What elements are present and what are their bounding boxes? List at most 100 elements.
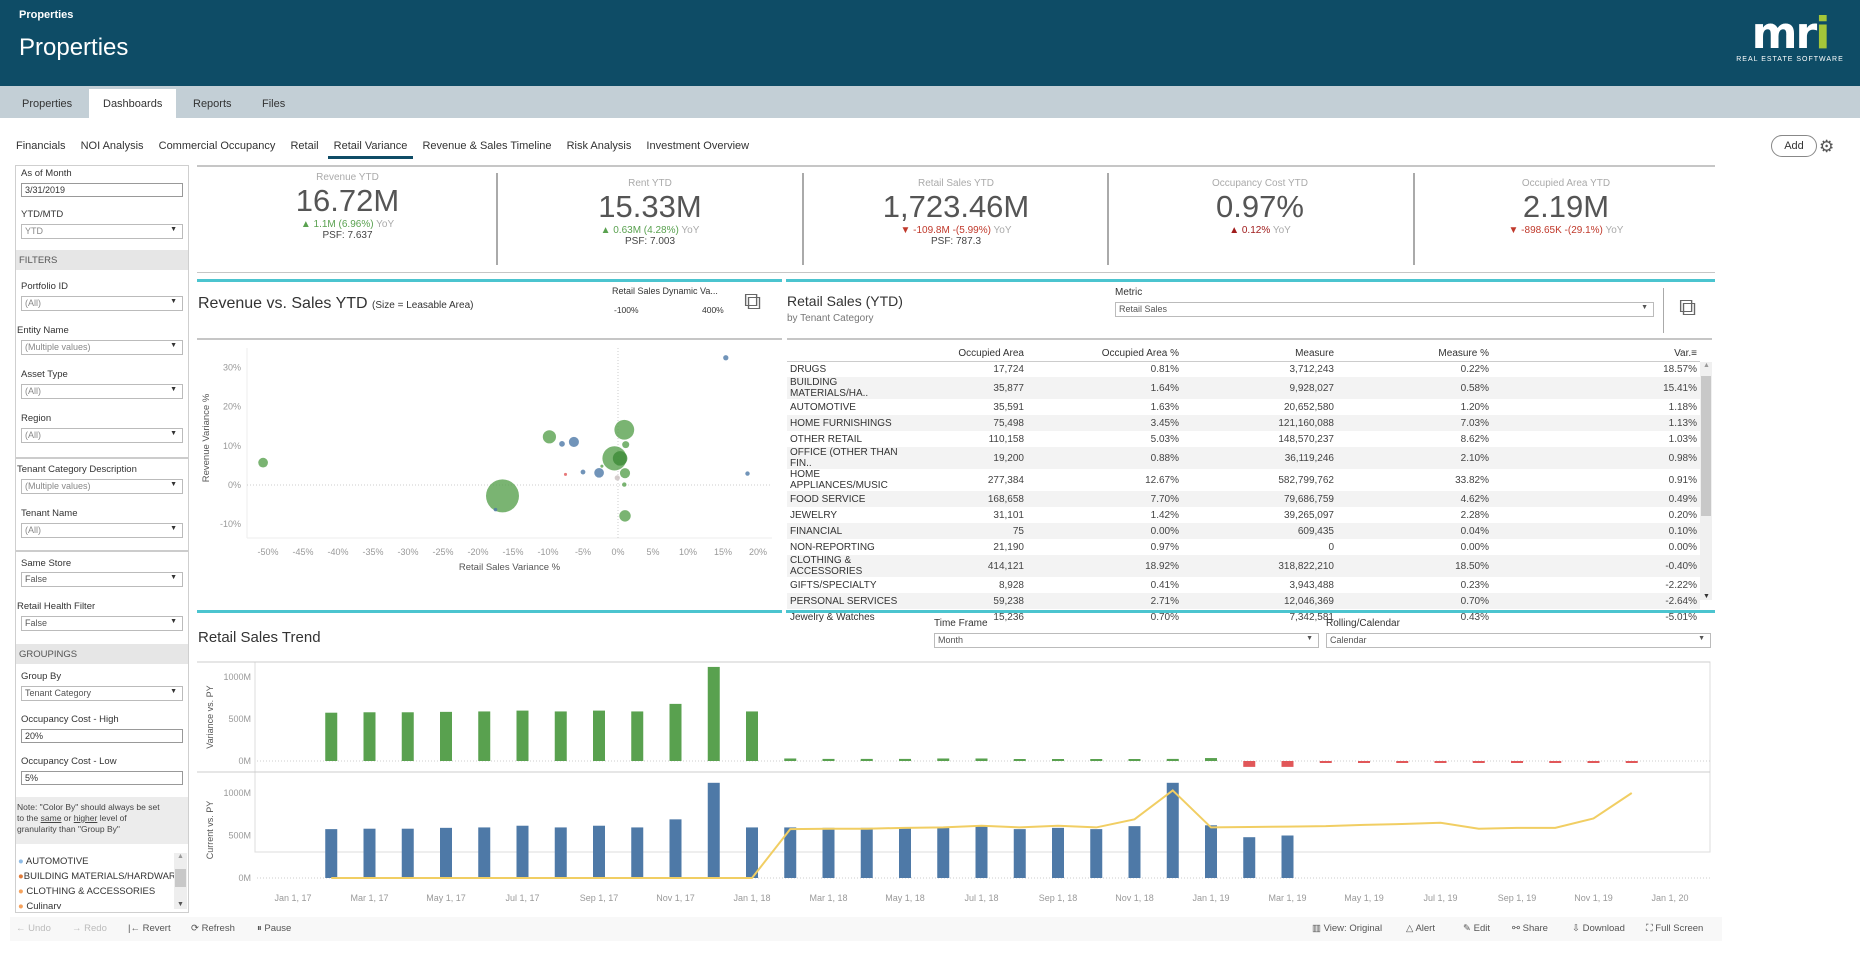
kpi-title: Rent YTD (628, 178, 672, 189)
as-of-month-input[interactable]: 3/31/2019 (21, 183, 183, 197)
subtab-retail[interactable]: Retail (284, 136, 324, 156)
same-store-dropdown[interactable]: False ▼ (21, 572, 183, 587)
table-row[interactable]: FINANCIAL 75 0.00% 609,435 0.04% 0.10% (787, 523, 1700, 539)
undo-button[interactable]: ← Undo (16, 923, 51, 934)
column-header-occupied-area[interactable]: Occupied Area (917, 346, 1027, 362)
region-dropdown[interactable]: (All) ▼ (21, 428, 183, 443)
metric-dropdown[interactable]: Retail Sales ▼ (1115, 302, 1654, 317)
table-row[interactable]: FOOD SERVICE 168,658 7.70% 79,686,759 4.62% 0… (787, 491, 1700, 507)
entity-name-dropdown[interactable]: (Multiple values) ▼ (21, 340, 183, 355)
column-header-var[interactable]: Var.≡ (1492, 346, 1700, 362)
table-row[interactable]: OFFICE (OTHER THAN FIN.. 19,200 0.88% 36,11… (787, 447, 1700, 469)
chevron-down-icon: ▼ (1641, 304, 1648, 311)
fullscreen-icon: ⛶ (1646, 923, 1653, 934)
popout-icon[interactable]: ⧉ (1679, 294, 1696, 322)
table-row[interactable]: PERSONAL SERVICES 59,238 2.71% 12,046,369 0.… (787, 593, 1700, 609)
gear-icon[interactable]: ⚙ (1819, 137, 1834, 157)
column-header-occupied-area-pct[interactable]: Occupied Area % (1027, 346, 1182, 362)
table-row[interactable]: JEWELRY 31,101 1.42% 39,265,097 2.28% 0.20% (787, 507, 1700, 523)
tenant-name-dropdown[interactable]: (All) ▼ (21, 523, 183, 538)
revert-button[interactable]: |← Revert (128, 923, 171, 934)
scatter-chart[interactable]: 30% 20% 10% 0% -10% -50% -45% -40% -35% -30% -25% -… (197, 340, 782, 610)
column-header-measure-pct[interactable]: Measure % (1337, 346, 1492, 362)
tab-dashboards[interactable]: Dashboards (89, 89, 177, 118)
table-cell: 0.00% (1027, 523, 1182, 539)
pause-label: Pause (264, 923, 292, 934)
group-by-dropdown[interactable]: Tenant Category ▼ (21, 686, 183, 701)
table-row[interactable]: HOME APPLIANCES/MUSIC 277,384 12.67% 582,79… (787, 469, 1700, 491)
subtab-noi-analysis[interactable]: NOI Analysis (75, 136, 150, 156)
retail-sales-trend-chart[interactable]: 1000M 500M 0M Variance vs. PY 1000M 500M 0M Cur… (197, 660, 1714, 910)
legend-item[interactable]: ● AUTOMOTIVE (18, 856, 89, 867)
kpi-title: Occupancy Cost YTD (1212, 178, 1308, 189)
breadcrumb[interactable]: Properties (19, 9, 73, 21)
scrollbar-thumb[interactable] (175, 869, 186, 887)
scatter-point (614, 475, 620, 481)
subtab-retail-variance[interactable]: Retail Variance (327, 136, 414, 159)
refresh-button[interactable]: ⟳ Refresh (191, 923, 235, 934)
table-row[interactable]: NON-REPORTING 21,190 0.97% 0 0.00% 0.00% (787, 539, 1700, 555)
table-scrollbar[interactable]: ▲ ▼ (1700, 362, 1712, 600)
row-category: CLOTHING & ACCESSORIES (787, 555, 917, 577)
scroll-up-icon[interactable]: ▲ (1703, 362, 1710, 369)
scroll-down-icon[interactable]: ▼ (177, 901, 184, 908)
legend-scrollbar[interactable]: ▲ ▼ (174, 853, 187, 909)
legend-item[interactable]: ●BUILDING MATERIALS/HARDWARE (18, 871, 182, 882)
variance-bar (1243, 761, 1256, 767)
pause-button[interactable]: ⏸ Pause (257, 923, 291, 934)
x-tick-label: Jul 1, 17 (505, 893, 539, 903)
retail-health-dropdown[interactable]: False ▼ (21, 616, 183, 631)
entity-name-label: Entity Name (17, 325, 69, 336)
occupancy-low-input[interactable]: 5% (21, 771, 183, 785)
variance-bar (822, 758, 835, 761)
popout-icon[interactable]: ⧉ (744, 288, 761, 316)
table-row[interactable]: OTHER RETAIL 110,158 5.03% 148,570,237 8.62%… (787, 431, 1700, 447)
subtab-risk-analysis[interactable]: Risk Analysis (561, 136, 638, 156)
table-row[interactable]: BUILDING MATERIALS/HA.. 35,877 1.64% 9,928,… (787, 377, 1700, 399)
variance-bar (1205, 758, 1217, 761)
tab-files[interactable]: Files (248, 89, 299, 118)
subtab-investment-overview[interactable]: Investment Overview (640, 136, 755, 156)
table-row[interactable]: CLOTHING & ACCESSORIES 414,121 18.92% 318,8… (787, 555, 1700, 577)
tab-reports[interactable]: Reports (179, 89, 246, 118)
edit-button[interactable]: ✎ Edit (1463, 923, 1490, 934)
table-cell: 1.13% (1492, 415, 1700, 431)
column-header-measure[interactable]: Measure (1182, 346, 1337, 362)
table-cell: 75,498 (917, 415, 1027, 431)
subtab-revenue-sales-timeline[interactable]: Revenue & Sales Timeline (416, 136, 557, 156)
x-tick-label: Jan 1, 19 (1192, 893, 1229, 903)
table-cell: 3,712,243 (1289, 363, 1335, 375)
rolling-calendar-dropdown[interactable]: Calendar ▼ (1326, 633, 1711, 648)
sort-icon[interactable]: ≡ (1691, 348, 1697, 359)
legend-item[interactable]: ● Culinary (18, 901, 61, 909)
add-button[interactable]: Add (1771, 135, 1817, 157)
table-cell: 0.22% (1460, 363, 1489, 375)
table-row[interactable]: AUTOMOTIVE 35,591 1.63% 20,652,580 1.20% 1.18… (787, 399, 1700, 415)
time-frame-dropdown[interactable]: Month ▼ (934, 633, 1319, 648)
portfolio-id-dropdown[interactable]: (All) ▼ (21, 296, 183, 311)
redo-button[interactable]: → Redo (72, 923, 107, 934)
table-row[interactable]: HOME FURNISHINGS 75,498 3.45% 121,160,088 7.… (787, 415, 1700, 431)
scrollbar-thumb[interactable] (1701, 376, 1711, 516)
occupancy-high-input[interactable]: 20% (21, 729, 183, 743)
divider (802, 173, 804, 265)
tenant-category-dropdown[interactable]: (Multiple values) ▼ (21, 479, 183, 494)
alert-button[interactable]: △ Alert (1406, 923, 1435, 934)
group-by-label: Group By (21, 671, 62, 682)
scroll-down-icon[interactable]: ▼ (1703, 593, 1710, 600)
scroll-up-icon[interactable]: ▲ (177, 853, 184, 860)
table-row[interactable]: GIFTS/SPECIALTY 8,928 0.41% 3,943,488 0.23% -… (787, 577, 1700, 593)
view-original-button[interactable]: ▥ View: Original (1312, 923, 1382, 934)
tab-properties[interactable]: Properties (8, 89, 86, 118)
ytd-mtd-dropdown[interactable]: YTD ▼ (21, 224, 183, 239)
download-button[interactable]: ⇩ Download (1572, 923, 1625, 934)
asset-type-dropdown[interactable]: (All) ▼ (21, 384, 183, 399)
row-category: BUILDING MATERIALS/HA.. (787, 377, 917, 399)
fullscreen-button[interactable]: ⛶ Full Screen (1646, 923, 1703, 934)
share-button[interactable]: ⚯ Share (1512, 923, 1548, 934)
subtab-financials[interactable]: Financials (10, 136, 72, 156)
subtab-commercial-occupancy[interactable]: Commercial Occupancy (153, 136, 282, 156)
variance-bar (975, 758, 988, 761)
legend-item[interactable]: ● CLOTHING & ACCESSORIES (18, 886, 155, 897)
table-row[interactable]: DRUGS 17,724 0.81% 3,712,243 0.22% 18.57% (787, 361, 1700, 377)
